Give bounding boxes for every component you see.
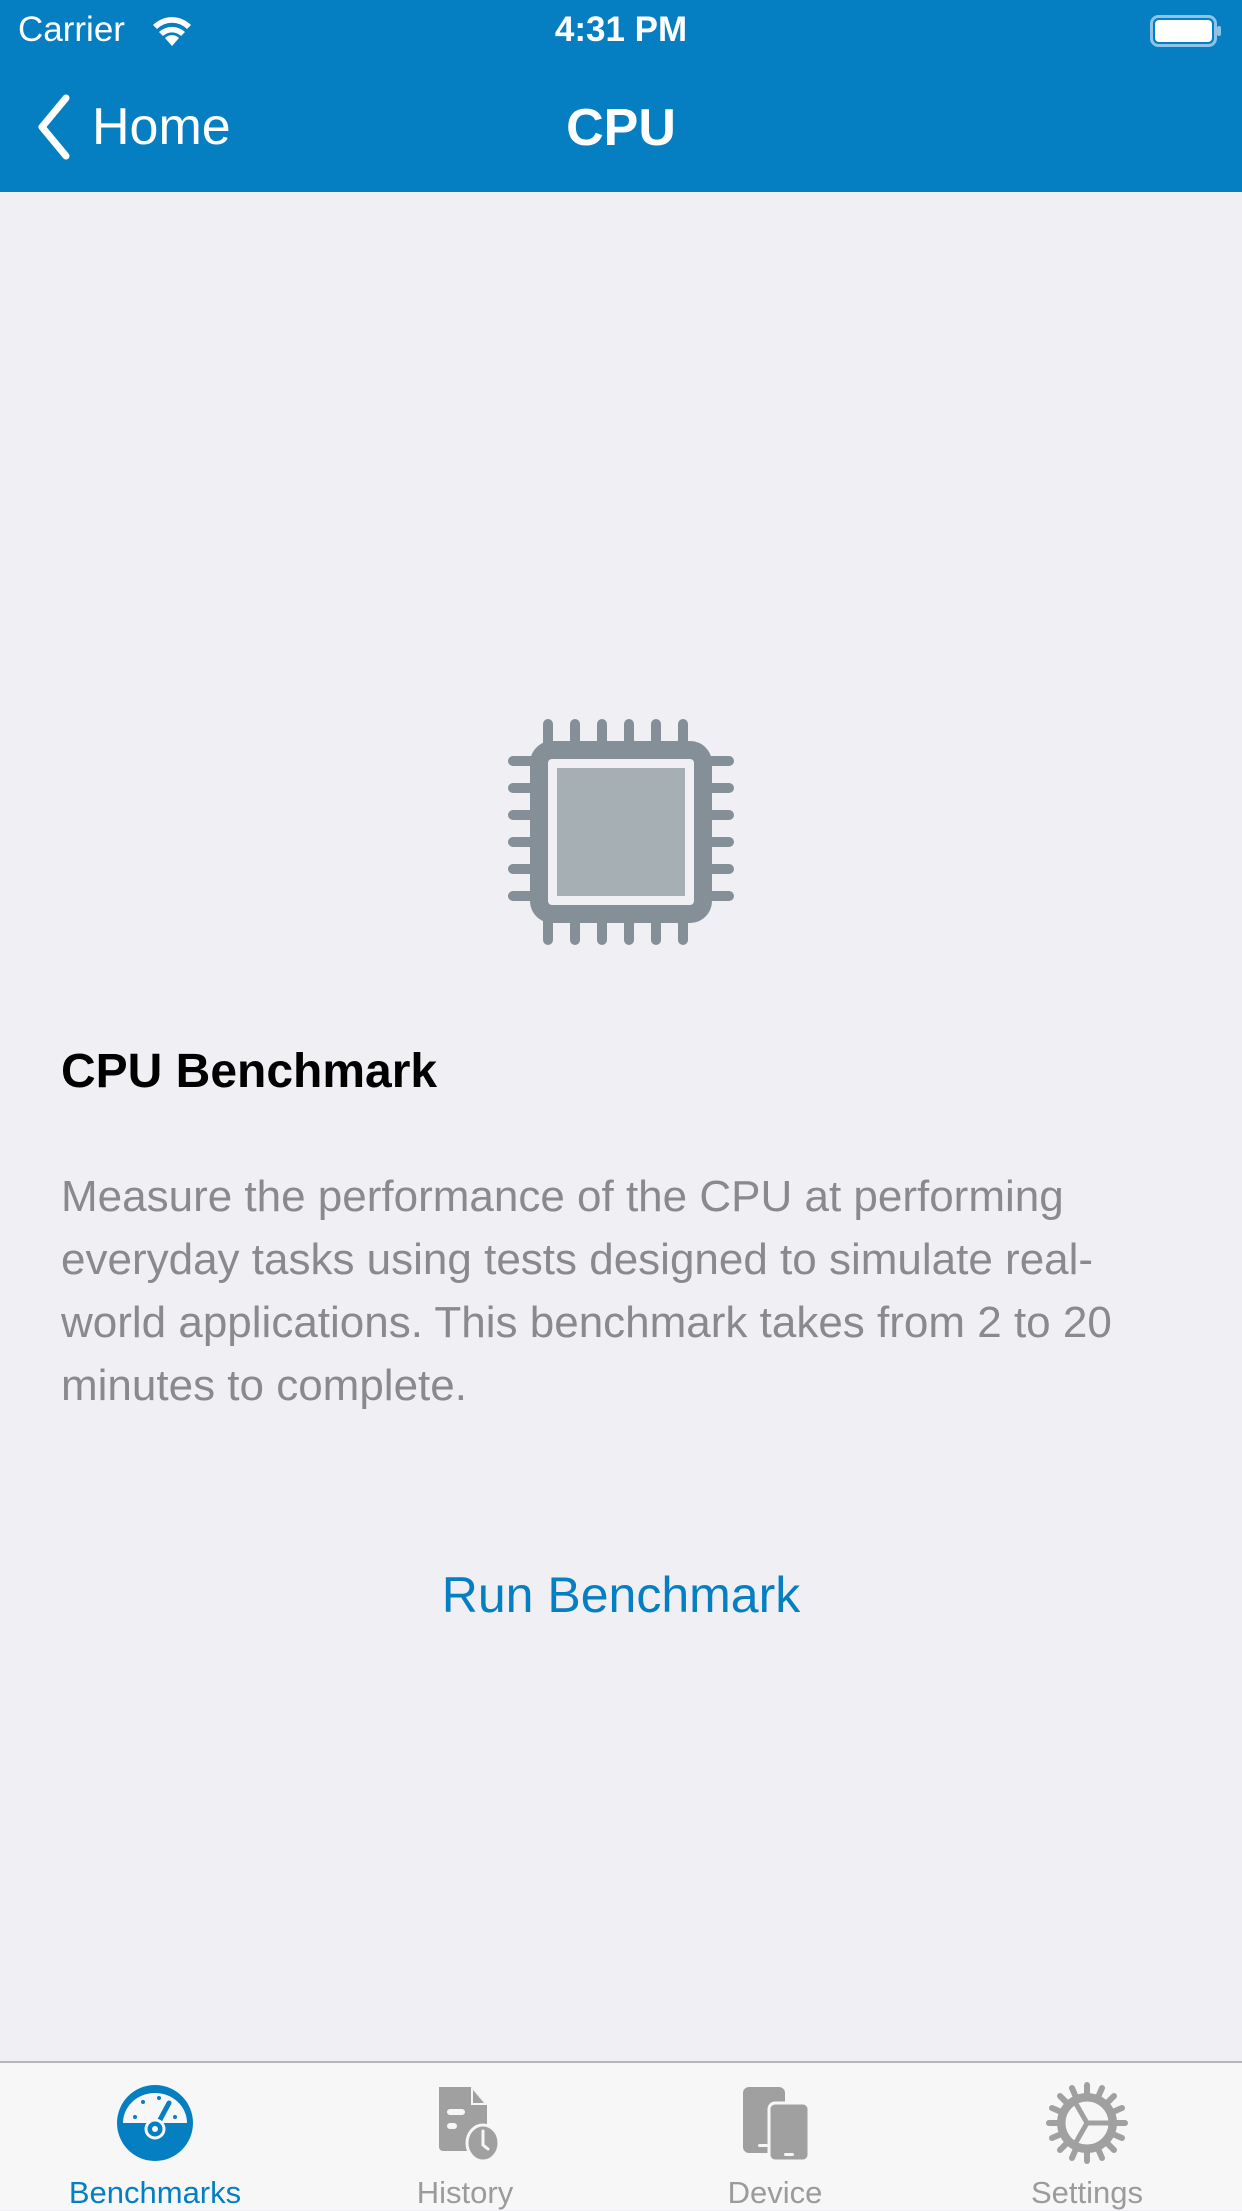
status-bar: Carrier 4:31 PM <box>0 0 1242 60</box>
page-title: CPU <box>566 99 676 157</box>
tab-settings[interactable]: Settings <box>932 2063 1242 2210</box>
navigation-bar: Home CPU <box>0 60 1242 192</box>
gauge-icon <box>117 2085 193 2161</box>
tab-label: Benchmarks <box>68 2175 242 2210</box>
cpu-chip-icon <box>508 719 734 945</box>
run-benchmark-button-row: Run Benchmark <box>0 1566 1242 1624</box>
header: Carrier 4:31 PM Home CPU <box>0 0 1242 192</box>
tab-history[interactable]: History <box>310 2063 620 2210</box>
battery-full-icon <box>1150 15 1221 47</box>
tab-benchmarks[interactable]: Benchmarks <box>0 2063 310 2210</box>
tab-bar: Benchmarks History Device Settings <box>0 2061 1242 2210</box>
gear-icon <box>1046 2082 1128 2164</box>
document-clock-icon <box>439 2087 501 2163</box>
tab-device[interactable]: Device <box>620 2063 930 2210</box>
clock: 4:31 PM <box>554 10 688 49</box>
benchmark-title: CPU Benchmark <box>61 1045 438 1098</box>
devices-icon <box>743 2087 811 2163</box>
tab-label: History <box>416 2175 514 2210</box>
benchmark-description: Measure the performance of the CPU at pe… <box>61 1172 1112 1410</box>
tab-label: Settings <box>1030 2175 1143 2210</box>
tab-label: Device <box>727 2175 823 2210</box>
run-benchmark-button[interactable]: Run Benchmark <box>442 1567 801 1623</box>
